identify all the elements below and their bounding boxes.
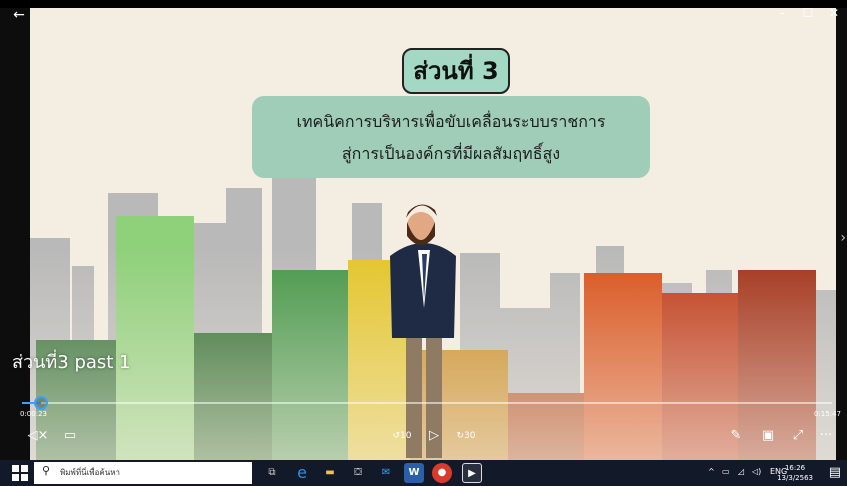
- skip-forward-label: 30: [464, 431, 476, 441]
- close-button[interactable]: ✕: [821, 0, 847, 26]
- title-bar: ← – ☐ ✕: [0, 0, 847, 30]
- tray-chevron-icon[interactable]: ^: [708, 467, 715, 476]
- skip-forward-button[interactable]: ↻30: [454, 425, 478, 447]
- store-icon[interactable]: ⛋: [348, 463, 368, 483]
- windows-logo-pane: [21, 465, 28, 472]
- chrome-icon[interactable]: ●: [432, 463, 452, 483]
- section-title: ส่วนที่ 3: [402, 48, 510, 94]
- task-view-icon[interactable]: ⧉: [262, 463, 282, 483]
- battery-icon[interactable]: ▭: [722, 467, 730, 476]
- maximize-button[interactable]: ☐: [795, 0, 821, 26]
- left-letterbox: [0, 8, 30, 460]
- total-time: 0:15:47: [814, 410, 841, 418]
- subtitle-line-1: เทคนิคการบริหารเพื่อขับเคลื่อนระบบราชการ: [296, 112, 606, 131]
- search-placeholder: พิมพ์ที่นี่เพื่อค้นหา: [60, 468, 120, 477]
- clock[interactable]: 16:26 13/3/2563: [777, 463, 813, 483]
- skip-forward-icon: ↻: [456, 431, 465, 441]
- video-title: ส่วนที่3 past 1: [12, 352, 131, 373]
- fullscreen-button[interactable]: ⤢: [786, 425, 810, 447]
- subtitle-panel: เทคนิคการบริหารเพื่อขับเคลื่อนระบบราชการ…: [252, 96, 650, 178]
- more-icon: ···: [819, 428, 833, 443]
- captions-icon: ▭: [63, 428, 77, 443]
- video-frame[interactable]: ส่วนที่ 3 เทคนิคการบริหารเพื่อขับเคลื่อน…: [30, 8, 836, 460]
- seek-thumb[interactable]: [34, 396, 48, 410]
- taskbar: ⚲ พิมพ์ที่นี่เพื่อค้นหา ⧉ e ▬ ⛋ ✉ W ● ▶ …: [0, 460, 847, 486]
- minimize-button[interactable]: –: [769, 0, 795, 26]
- play-button[interactable]: ▷: [422, 425, 446, 447]
- window-controls: – ☐ ✕: [769, 0, 847, 30]
- more-button[interactable]: ···: [814, 425, 838, 447]
- seek-bar[interactable]: [22, 396, 832, 410]
- windows-logo-pane: [21, 474, 28, 481]
- windows-logo-pane: [12, 474, 19, 481]
- chevron-right-icon[interactable]: ›: [840, 230, 846, 246]
- clock-date: 13/3/2563: [777, 474, 813, 482]
- file-explorer-icon[interactable]: ▬: [320, 463, 340, 483]
- screen: › ส่วนที่ 3 เทคนิคการบริหารเพื่อขับเคลื่…: [0, 0, 847, 486]
- search-icon: ⚲: [42, 464, 51, 477]
- skip-back-label: 10: [400, 431, 412, 441]
- arrow-left-icon: ←: [13, 7, 25, 23]
- pen-icon: ✎: [730, 428, 742, 443]
- captions-button[interactable]: ▭: [58, 425, 82, 447]
- taskbar-search[interactable]: ⚲ พิมพ์ที่นี่เพื่อค้นหา: [34, 462, 252, 484]
- notification-icon[interactable]: ▤: [829, 465, 841, 480]
- volume-mute-icon: ◁×: [27, 428, 49, 443]
- speaker-icon[interactable]: ◁): [752, 467, 761, 476]
- back-button[interactable]: ←: [8, 4, 30, 26]
- mail-icon[interactable]: ✉: [376, 463, 396, 483]
- edge-browser-icon[interactable]: e: [292, 463, 312, 483]
- miniview-button[interactable]: ▣: [756, 425, 780, 447]
- elapsed-time: 0:00:23: [20, 410, 47, 418]
- clock-time: 16:26: [784, 464, 806, 472]
- play-icon: ▷: [429, 428, 439, 443]
- movies-app-icon[interactable]: ▶: [462, 463, 482, 483]
- skip-back-button[interactable]: ↺10: [390, 425, 414, 447]
- windows-logo-icon: [12, 465, 19, 472]
- fullscreen-icon: ⤢: [792, 428, 804, 443]
- edit-button[interactable]: ✎: [724, 425, 748, 447]
- right-letterbox: ›: [836, 8, 847, 460]
- subtitle-line-2: สู่การเป็นองค์กรที่มีผลสัมฤทธิ์สูง: [341, 144, 561, 163]
- skip-back-icon: ↺: [392, 431, 401, 441]
- start-button[interactable]: [12, 465, 28, 481]
- miniview-icon: ▣: [761, 428, 775, 443]
- word-icon[interactable]: W: [404, 463, 424, 483]
- wifi-icon[interactable]: ◿: [738, 467, 744, 476]
- volume-button[interactable]: ◁×: [26, 425, 50, 447]
